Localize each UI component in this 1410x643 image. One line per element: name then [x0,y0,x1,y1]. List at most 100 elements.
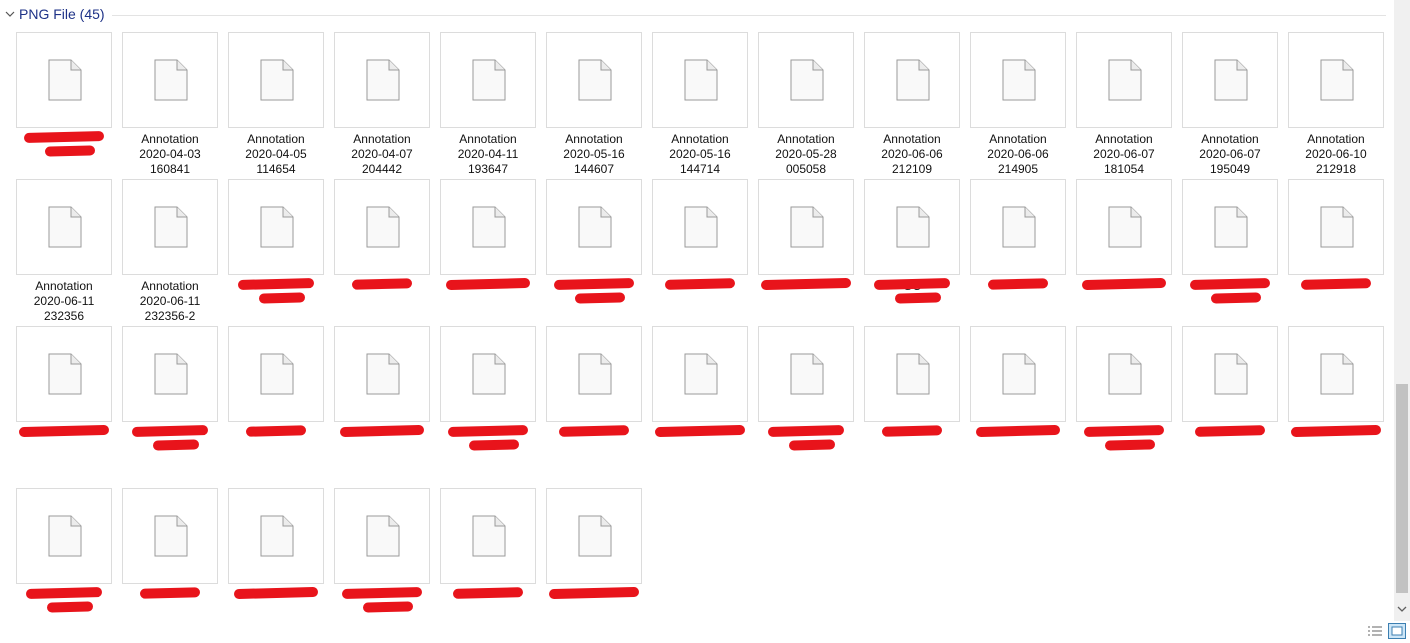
file-thumbnail[interactable] [1182,179,1278,275]
file-item[interactable] [652,326,748,466]
file-item[interactable] [970,179,1066,319]
file-thumbnail[interactable] [864,179,960,275]
file-thumbnail[interactable] [1182,32,1278,128]
file-name: Annotation 2020-04-11 193647 [457,132,519,176]
file-thumbnail[interactable] [228,179,324,275]
file-thumbnail[interactable] [334,326,430,422]
file-thumbnail[interactable] [970,326,1066,422]
file-item[interactable] [1076,179,1172,319]
file-item[interactable]: Annotation 2020-06-11 232356-2 [122,179,218,323]
file-item[interactable]: Annotation 2020-06-06 214905 [970,32,1066,176]
file-thumbnail[interactable] [122,179,218,275]
redaction-mark [1194,425,1266,437]
file-thumbnail[interactable] [864,32,960,128]
file-thumbnail[interactable] [440,32,536,128]
file-thumbnail[interactable] [758,326,854,422]
file-thumbnail[interactable] [228,32,324,128]
group-header-png-file[interactable]: PNG File (45) [0,4,1390,26]
file-item[interactable] [1288,179,1384,319]
file-item[interactable]: Annotation 2020-06-10 212918 [1288,32,1384,176]
file-item[interactable] [546,326,642,466]
file-thumbnail[interactable] [1288,32,1384,128]
file-item[interactable] [440,179,536,319]
file-item[interactable] [440,488,536,628]
file-thumbnail[interactable] [122,488,218,584]
file-thumbnail[interactable] [864,326,960,422]
file-thumbnail[interactable] [16,488,112,584]
file-item[interactable] [16,32,112,172]
file-thumbnail[interactable] [758,179,854,275]
file-thumbnail[interactable] [1076,326,1172,422]
file-item[interactable] [334,488,430,628]
file-thumbnail[interactable] [334,32,430,128]
scroll-down-arrow-icon[interactable] [1397,604,1407,614]
file-thumbnail[interactable] [334,179,430,275]
file-thumbnail[interactable] [652,326,748,422]
file-thumbnail[interactable] [440,179,536,275]
file-thumbnail[interactable] [440,488,536,584]
file-item[interactable]: Annotation 2020-06-07 195049 [1182,32,1278,176]
file-item[interactable] [334,326,430,466]
file-item[interactable] [758,326,854,466]
file-item[interactable] [864,326,960,466]
file-item[interactable]: Annotation 2020-04-05 114654 [228,32,324,176]
file-thumbnail[interactable] [16,179,112,275]
file-thumbnail[interactable] [546,326,642,422]
chevron-down-icon[interactable] [3,7,17,21]
file-thumbnail[interactable] [652,179,748,275]
file-item[interactable] [546,179,642,319]
file-thumbnail[interactable] [546,32,642,128]
file-item[interactable] [228,488,324,628]
file-item[interactable]: Annotation 2020-06-11 232356 [16,179,112,323]
file-item[interactable] [652,179,748,319]
large-icons-view-icon[interactable] [1388,623,1406,639]
file-thumbnail[interactable] [1182,326,1278,422]
file-item[interactable] [122,488,218,628]
file-item[interactable] [16,326,112,466]
file-item[interactable] [1288,326,1384,466]
file-thumbnail[interactable] [16,32,112,128]
file-thumbnail[interactable] [1076,179,1172,275]
file-thumbnail[interactable] [440,326,536,422]
file-item[interactable] [440,326,536,466]
file-item[interactable] [758,179,854,319]
scrollbar-thumb[interactable] [1396,384,1408,593]
file-thumbnail[interactable] [1288,326,1384,422]
file-item[interactable] [228,179,324,319]
file-item[interactable] [1076,326,1172,466]
file-thumbnail[interactable] [652,32,748,128]
file-thumbnail[interactable] [1076,32,1172,128]
file-thumbnail[interactable] [970,179,1066,275]
file-item[interactable]: Annotation 2020-06-07 181054 [1076,32,1172,176]
file-item[interactable] [1182,179,1278,319]
file-thumbnail[interactable] [16,326,112,422]
vertical-scrollbar[interactable] [1394,0,1410,621]
file-thumbnail[interactable] [122,326,218,422]
file-item[interactable] [122,326,218,466]
file-item[interactable] [546,488,642,628]
file-thumbnail[interactable] [758,32,854,128]
file-item[interactable] [16,488,112,628]
details-view-icon[interactable] [1366,623,1384,639]
file-item[interactable]: Annotation 2020-04-11 193647 [440,32,536,176]
file-item[interactable]: Annotation 2020-05-28 005058 [758,32,854,176]
file-item[interactable] [1182,326,1278,466]
file-thumbnail[interactable] [970,32,1066,128]
file-item[interactable]: Annotation 2020-04-03 160841 [122,32,218,176]
file-item[interactable]: GC [864,179,960,319]
file-thumbnail[interactable] [228,488,324,584]
file-item[interactable]: Annotation 2020-05-16 144607 [546,32,642,176]
file-item[interactable]: Annotation 2020-06-06 212109 [864,32,960,176]
file-item[interactable]: Annotation 2020-04-07 204442 [334,32,430,176]
file-name: Annotation 2020-06-11 232356-2 [139,279,201,323]
file-item[interactable]: Annotation 2020-05-16 144714 [652,32,748,176]
file-thumbnail[interactable] [546,488,642,584]
file-thumbnail[interactable] [546,179,642,275]
file-item[interactable] [970,326,1066,466]
file-thumbnail[interactable] [1288,179,1384,275]
file-item[interactable] [334,179,430,319]
file-thumbnail[interactable] [122,32,218,128]
file-thumbnail[interactable] [228,326,324,422]
file-thumbnail[interactable] [334,488,430,584]
file-item[interactable] [228,326,324,466]
